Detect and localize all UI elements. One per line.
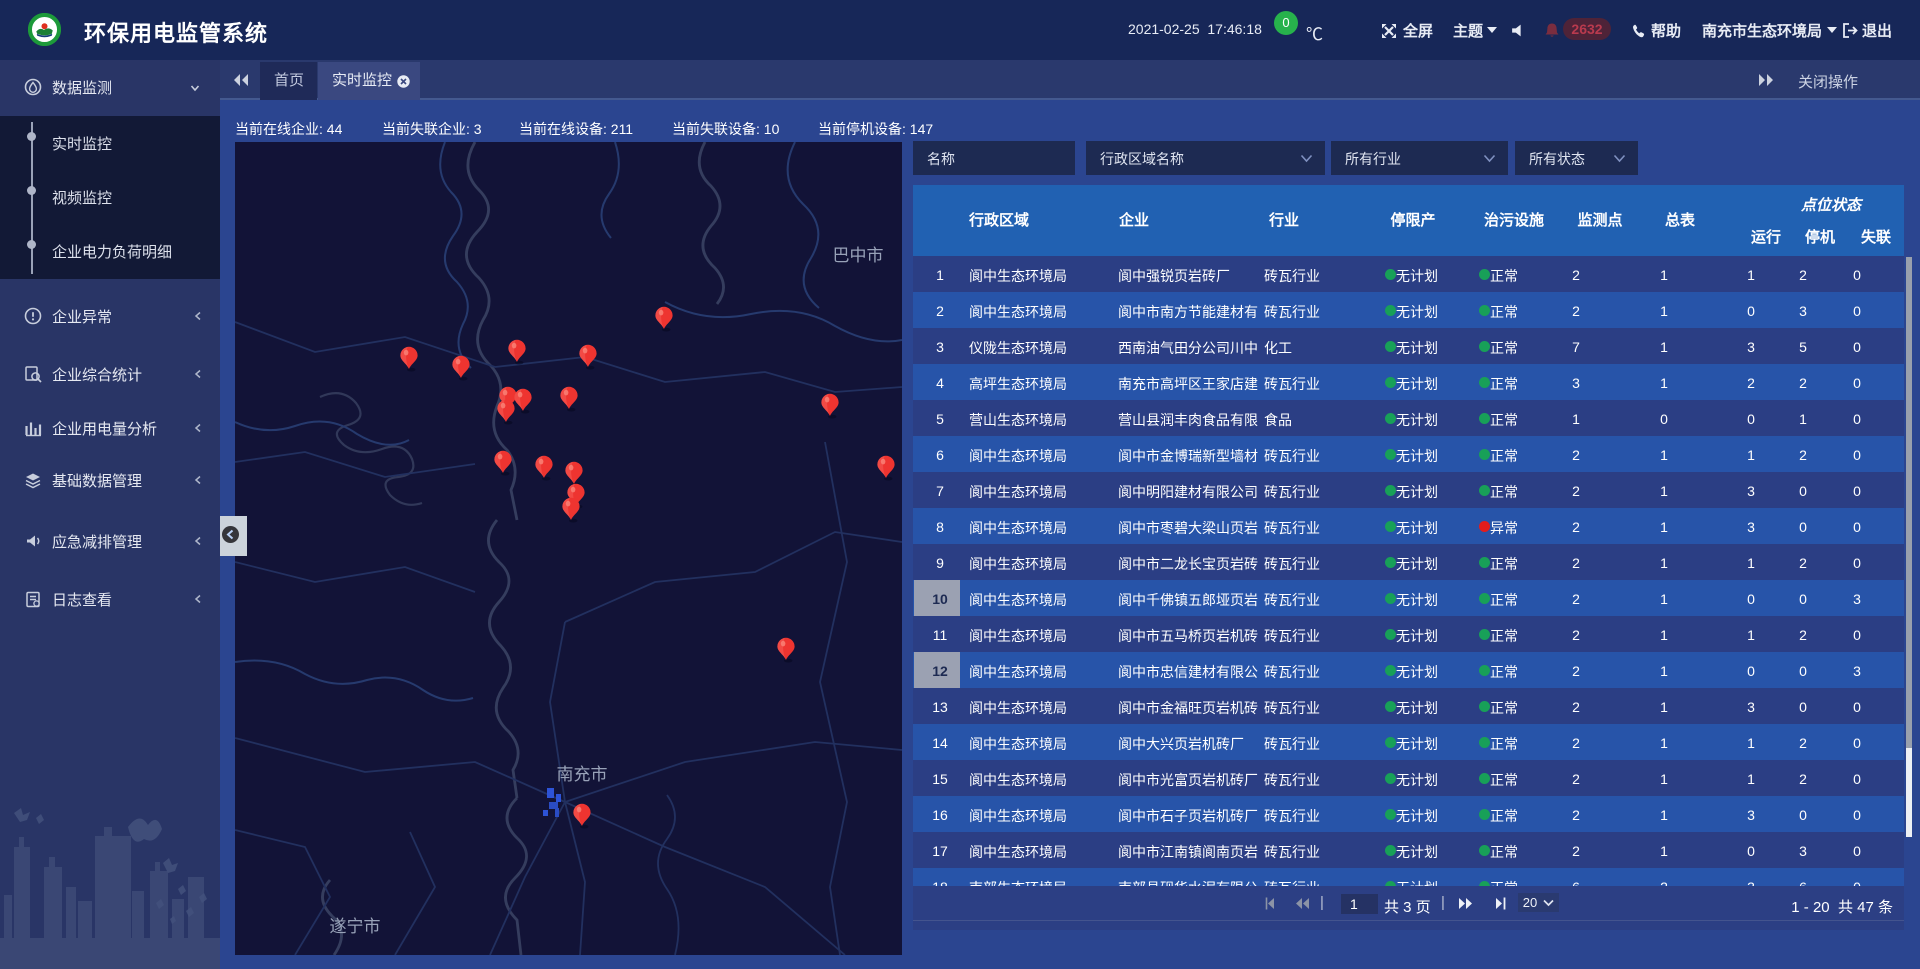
svg-text:巴中市: 巴中市 — [833, 246, 884, 265]
svg-text:遂宁市: 遂宁市 — [330, 917, 381, 936]
svg-text:南充市: 南充市 — [557, 765, 608, 784]
